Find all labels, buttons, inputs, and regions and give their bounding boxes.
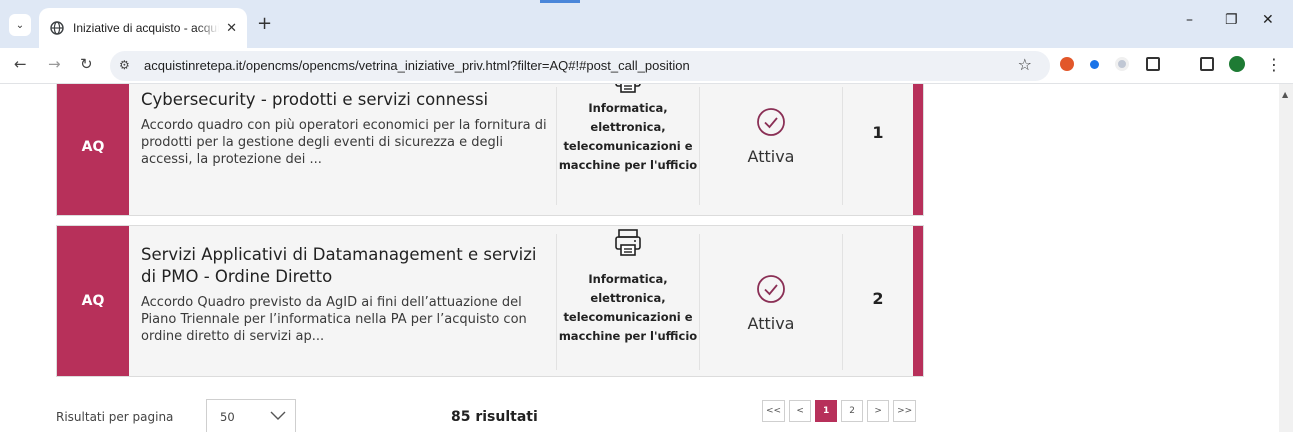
- category-label: Informatica, elettronica, telecomunicazi…: [558, 272, 698, 343]
- card-description: Accordo quadro con più operatori economi…: [141, 118, 547, 167]
- page-2-button[interactable]: 2: [841, 400, 864, 422]
- divider: [842, 87, 843, 205]
- category-cell: Informatica, elettronica, telecomunicazi…: [557, 84, 699, 175]
- check-circle-icon: [757, 275, 785, 303]
- page-content: AQ Cybersecurity - prodotti e servizi co…: [0, 84, 1293, 432]
- site-info-icon[interactable]: ⚙: [119, 58, 130, 72]
- menu-kebab-icon[interactable]: ⋮: [1266, 55, 1282, 74]
- extension-record-icon[interactable]: [1115, 57, 1129, 71]
- category-label: Informatica, elettronica, telecomunicazi…: [558, 101, 698, 172]
- pagination: << < 1 2 > >>: [762, 400, 917, 422]
- restore-button[interactable]: ❐: [1225, 12, 1238, 28]
- extension-icon[interactable]: [1060, 57, 1074, 71]
- card-title[interactable]: Cybersecurity - prodotti e servizi conne…: [141, 89, 553, 111]
- new-tab-button[interactable]: +: [257, 13, 272, 34]
- tab-search-chevron-icon[interactable]: ⌄: [9, 14, 31, 36]
- browser-tab[interactable]: Iniziative di acquisto - acquistin ✕: [39, 8, 247, 48]
- chevron-down-icon: [270, 411, 286, 420]
- initiative-card[interactable]: AQ Servizi Applicativi di Datamanagement…: [56, 225, 924, 377]
- card-description: Accordo Quadro previsto da AgID ai fini …: [141, 295, 527, 344]
- results-per-page-value: 50: [220, 410, 235, 424]
- profile-icon[interactable]: [1229, 56, 1245, 72]
- back-icon[interactable]: ←: [14, 55, 27, 73]
- next-page-button[interactable]: >: [867, 400, 890, 422]
- status-cell: Attiva: [700, 274, 842, 333]
- card-main: Servizi Applicativi di Datamanagement e …: [141, 244, 553, 345]
- results-count: 85 risultati: [451, 409, 538, 425]
- card-accent-bar: [913, 226, 923, 376]
- card-title[interactable]: Servizi Applicativi di Datamanagement e …: [141, 244, 553, 288]
- printer-icon: [615, 84, 641, 93]
- status-label: Attiva: [747, 147, 795, 166]
- card-number: 1: [872, 123, 884, 142]
- page-1-button[interactable]: 1: [815, 400, 838, 422]
- url-text[interactable]: acquistinretepa.it/opencms/opencms/vetri…: [144, 58, 690, 73]
- type-badge: AQ: [57, 84, 129, 215]
- globe-icon: [49, 20, 65, 36]
- printer-icon: [615, 229, 641, 256]
- status-label: Attiva: [747, 314, 795, 333]
- extensions-puzzle-icon[interactable]: [1146, 57, 1160, 71]
- status-cell: Attiva: [700, 107, 842, 166]
- forward-icon[interactable]: →: [48, 55, 61, 73]
- address-bar[interactable]: ⚙ acquistinretepa.it/opencms/opencms/vet…: [110, 51, 1050, 81]
- close-window-button[interactable]: ✕: [1262, 12, 1274, 28]
- check-circle-icon: [757, 108, 785, 136]
- card-number: 2: [872, 289, 884, 308]
- prev-page-button[interactable]: <: [789, 400, 812, 422]
- first-page-button[interactable]: <<: [762, 400, 786, 422]
- browser-toolbar: ← → ↻ ⚙ acquistinretepa.it/opencms/openc…: [0, 48, 1293, 84]
- category-cell: Informatica, elettronica, telecomunicazi…: [557, 228, 699, 346]
- results-per-page-label: Risultati per pagina: [56, 410, 174, 424]
- scrollbar[interactable]: ▲: [1279, 84, 1293, 432]
- reload-icon[interactable]: ↻: [80, 55, 93, 73]
- window-accent-bar: [540, 0, 580, 3]
- tab-title: Iniziative di acquisto - acquistin: [73, 21, 219, 35]
- side-panel-icon[interactable]: [1200, 57, 1214, 71]
- tab-close-icon[interactable]: ✕: [226, 21, 237, 36]
- scroll-up-icon[interactable]: ▲: [1282, 90, 1288, 99]
- initiative-card[interactable]: AQ Cybersecurity - prodotti e servizi co…: [56, 84, 924, 216]
- last-page-button[interactable]: >>: [893, 400, 917, 422]
- card-main: Cybersecurity - prodotti e servizi conne…: [141, 89, 553, 168]
- card-accent-bar: [913, 84, 923, 215]
- tab-strip: ⌄ Iniziative di acquisto - acquistin ✕ +…: [0, 0, 1293, 48]
- star-icon[interactable]: ☆: [1018, 55, 1032, 74]
- minimize-button[interactable]: –: [1186, 12, 1193, 28]
- extension-dot-icon[interactable]: [1090, 60, 1099, 69]
- results-per-page-select[interactable]: 50: [206, 399, 296, 432]
- type-badge: AQ: [57, 226, 129, 376]
